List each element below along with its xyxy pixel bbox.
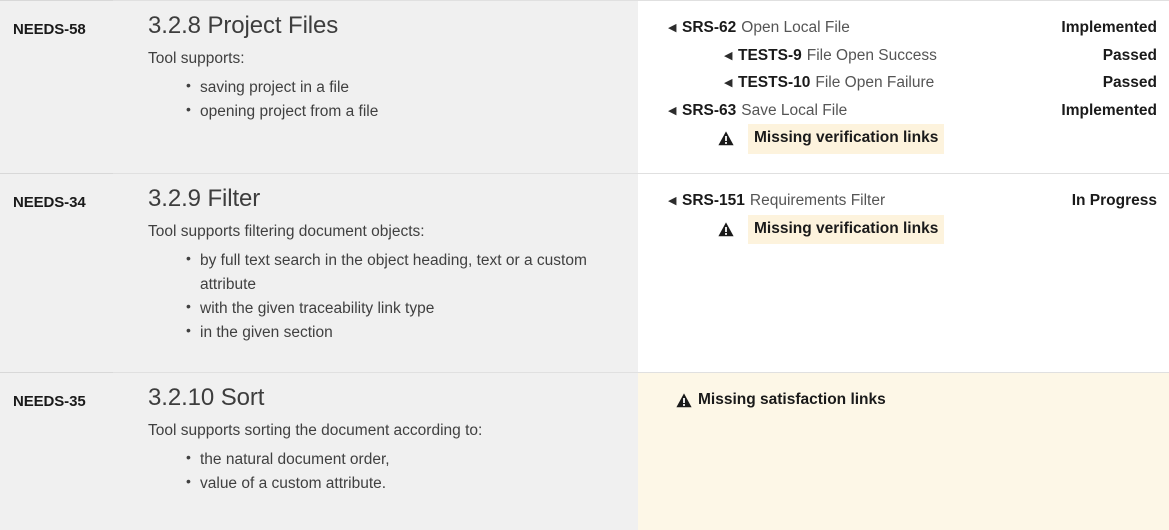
trace-item-status: In Progress — [1071, 192, 1157, 209]
trace-item-status: Implemented — [1061, 19, 1157, 36]
warning-message: Missing verification links — [748, 214, 945, 244]
requirements-traceability-matrix: NEEDS-58 3.2.8 Project Files Tool supports… — [0, 0, 1169, 530]
requirement-key[interactable]: NEEDS-34 — [0, 184, 113, 362]
requirement-bullet-item: the natural document order, — [186, 447, 598, 472]
trace-item-title: Save Local File — [741, 101, 848, 119]
link-arrow-icon: ◀ — [668, 195, 677, 207]
requirement-title: 3.2.8 Project Files — [148, 12, 339, 39]
trace-link-row[interactable]: ◀ SRS-62 Open Local File Implemented — [668, 14, 1157, 42]
requirement-intro-text: Tool supports filtering document objects… — [148, 222, 425, 240]
traceability-pane: ◀ SRS-62 Open Local File Implemented ◀ TESTS-… — [638, 1, 1169, 173]
requirement-bullet-item: with the given traceability link type — [186, 296, 598, 321]
requirement-key[interactable]: NEEDS-58 — [0, 11, 113, 163]
trace-link-row[interactable]: ◀ SRS-63 Save Local File Implemented — [668, 97, 1157, 125]
warning-triangle-icon — [674, 392, 694, 410]
link-arrow-icon: ◀ — [668, 22, 677, 34]
requirement-intro-text: Tool supports sorting the document accor… — [148, 421, 483, 439]
trace-link-row[interactable]: ◀ TESTS-9 File Open Success Passed — [668, 42, 1157, 70]
trace-item-status: Implemented — [1061, 101, 1157, 119]
requirement-body: 3.2.8 Project Files Tool supports: saving … — [113, 11, 638, 163]
requirement-bullet-list: the natural document order,value of a cu… — [148, 447, 598, 496]
traceability-pane: Missing satisfaction links — [638, 373, 1169, 530]
requirement-row: NEEDS-35 3.2.10 Sort Tool supports sorting… — [0, 372, 1169, 530]
trace-item-title: Requirements Filter — [749, 192, 886, 209]
trace-item-key[interactable]: TESTS-9 — [738, 42, 802, 70]
requirement-body: 3.2.9 Filter Tool supports filtering docu… — [113, 184, 638, 362]
requirement-title: 3.2.10 Sort — [148, 384, 265, 411]
trace-item-title: File Open Failure — [815, 74, 935, 92]
warning-row: Missing satisfaction links — [668, 386, 1157, 415]
warning-message: Missing satisfaction links — [698, 391, 886, 408]
trace-item-title: Open Local File — [741, 19, 850, 36]
trace-item-status: Passed — [1102, 74, 1157, 92]
trace-item-title: File Open Success — [806, 46, 937, 64]
trace-link-row[interactable]: ◀ SRS-151 Requirements Filter In Progress — [668, 187, 1157, 215]
requirement-bullet-item: in the given section — [186, 320, 598, 345]
requirement-bullet-item: by full text search in the object headin… — [186, 248, 598, 297]
link-arrow-icon: ◀ — [724, 49, 733, 62]
trace-item-key[interactable]: TESTS-10 — [738, 69, 810, 97]
requirement-bullet-item: opening project from a file — [186, 99, 598, 124]
trace-item-status: Passed — [1102, 46, 1157, 64]
warning-triangle-icon — [716, 130, 736, 148]
requirement-key[interactable]: NEEDS-35 — [0, 383, 113, 520]
requirement-title: 3.2.9 Filter — [148, 185, 261, 212]
trace-link-row[interactable]: ◀ TESTS-10 File Open Failure Passed — [668, 69, 1157, 97]
requirement-row: NEEDS-58 3.2.8 Project Files Tool supports… — [0, 0, 1169, 173]
trace-item-key[interactable]: SRS-151 — [682, 187, 745, 215]
requirement-pane: NEEDS-58 3.2.8 Project Files Tool supports… — [0, 0, 638, 173]
requirement-body: 3.2.10 Sort Tool supports sorting the doc… — [113, 383, 638, 520]
trace-item-key[interactable]: SRS-63 — [682, 97, 736, 125]
warning-row: Missing verification links — [668, 124, 1157, 154]
requirement-bullet-list: saving project in a fileopening project … — [148, 75, 598, 124]
requirement-pane: NEEDS-35 3.2.10 Sort Tool supports sorting… — [0, 372, 638, 530]
requirement-bullet-list: by full text search in the object headin… — [148, 248, 598, 345]
requirement-intro-text: Tool supports: — [148, 49, 245, 67]
requirement-bullet-item: value of a custom attribute. — [186, 471, 598, 496]
requirement-row: NEEDS-34 3.2.9 Filter Tool supports filter… — [0, 173, 1169, 372]
requirement-bullet-item: saving project in a file — [186, 75, 598, 100]
requirement-pane: NEEDS-34 3.2.9 Filter Tool supports filter… — [0, 173, 638, 372]
link-arrow-icon: ◀ — [668, 104, 677, 117]
warning-triangle-icon — [716, 220, 736, 238]
trace-item-key[interactable]: SRS-62 — [682, 14, 736, 42]
warning-message: Missing verification links — [748, 124, 945, 154]
link-arrow-icon: ◀ — [724, 77, 733, 90]
warning-row: Missing verification links — [668, 214, 1157, 244]
traceability-pane: ◀ SRS-151 Requirements Filter In Progress Mi… — [638, 174, 1169, 372]
